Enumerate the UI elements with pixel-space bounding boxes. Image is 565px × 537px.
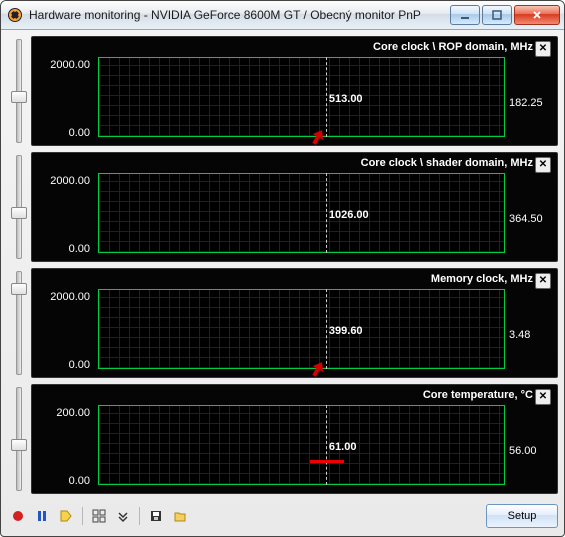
close-button[interactable] (514, 5, 560, 25)
current-value: 182.25 (509, 97, 553, 109)
scale-slider[interactable] (7, 384, 31, 494)
window: Hardware monitoring - NVIDIA GeForce 860… (0, 0, 565, 537)
chart-close-button[interactable]: ✕ (535, 389, 551, 405)
chart-panel[interactable]: Core temperature, °C✕ 200.00 0.00 56.00 61.0… (31, 384, 558, 494)
toolbar-separator (82, 507, 83, 525)
minimize-button[interactable] (450, 5, 480, 25)
y-axis-max: 2000.00 (36, 59, 90, 71)
scale-slider[interactable] (7, 152, 31, 262)
cursor-value: 513.00 (329, 93, 363, 105)
y-axis-min: 0.00 (36, 359, 90, 371)
cursor-value: 399.60 (329, 325, 363, 337)
panels-button[interactable] (88, 505, 110, 527)
plot-area (98, 173, 505, 253)
app-icon (7, 7, 23, 23)
save-button[interactable] (145, 505, 167, 527)
pause-button[interactable] (31, 505, 53, 527)
arrow-icon (308, 359, 328, 378)
window-title: Hardware monitoring - NVIDIA GeForce 860… (29, 8, 450, 22)
plot-area (98, 57, 505, 137)
scale-slider[interactable] (7, 268, 31, 378)
chart-close-button[interactable]: ✕ (535, 273, 551, 289)
red-marker (310, 460, 344, 463)
cursor-line (326, 57, 327, 137)
y-axis-min: 0.00 (36, 243, 90, 255)
chart-close-button[interactable]: ✕ (535, 41, 551, 57)
cursor-value: 61.00 (329, 441, 357, 453)
current-value: 364.50 (509, 213, 553, 225)
y-axis-min: 0.00 (36, 127, 90, 139)
title-bar[interactable]: Hardware monitoring - NVIDIA GeForce 860… (1, 1, 564, 30)
y-axis-max: 200.00 (36, 407, 90, 419)
record-button[interactable] (7, 505, 29, 527)
chart-title: Core clock \ shader domain, MHz (361, 157, 533, 169)
maximize-button[interactable] (482, 5, 512, 25)
setup-button[interactable]: Setup (486, 504, 558, 528)
cursor-value: 1026.00 (329, 209, 369, 221)
chart-panel[interactable]: Core clock \ shader domain, MHz✕ 2000.00 0… (31, 152, 558, 262)
y-axis-max: 2000.00 (36, 291, 90, 303)
current-value: 3.48 (509, 329, 553, 341)
toolbar-separator (139, 507, 140, 525)
chart-panel[interactable]: Core clock \ ROP domain, MHz✕ 2000.00 0.00… (31, 36, 558, 146)
cursor-line (326, 173, 327, 253)
cursor-line (326, 289, 327, 369)
y-axis-max: 2000.00 (36, 175, 90, 187)
y-axis-min: 0.00 (36, 475, 90, 487)
plot-area (98, 405, 505, 485)
tag-button[interactable] (55, 505, 77, 527)
cursor-line (326, 405, 327, 485)
arrow-icon (308, 127, 328, 146)
chart-title: Core clock \ ROP domain, MHz (373, 41, 533, 53)
open-button[interactable] (169, 505, 191, 527)
toolbar: Setup (7, 502, 558, 528)
chart-panels: Core clock \ ROP domain, MHz✕2000.000.00… (7, 36, 558, 494)
chart-panel[interactable]: Memory clock, MHz✕ 2000.00 0.00 3.48 399.60 (31, 268, 558, 378)
chart-title: Core temperature, °C (423, 389, 533, 401)
expand-button[interactable] (112, 505, 134, 527)
scale-slider[interactable] (7, 36, 31, 146)
plot-area (98, 289, 505, 369)
chart-title: Memory clock, MHz (431, 273, 533, 285)
chart-close-button[interactable]: ✕ (535, 157, 551, 173)
current-value: 56.00 (509, 445, 553, 457)
